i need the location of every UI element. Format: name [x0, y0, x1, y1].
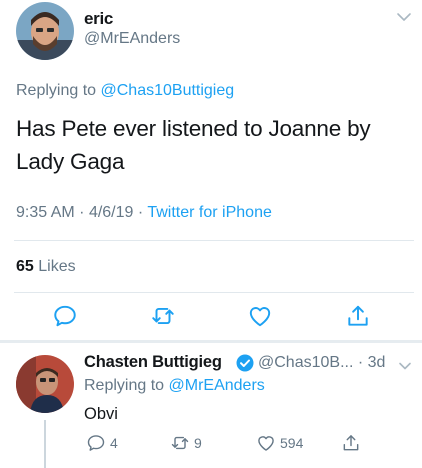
replying-prefix: Replying to [84, 377, 165, 394]
avatar[interactable] [16, 2, 74, 60]
tweet-date: 4/6/19 [88, 204, 134, 221]
share-icon [343, 435, 359, 451]
reply-text: Obvi [84, 405, 118, 423]
replying-to: Replying to @Chas10Buttigieg [16, 82, 234, 100]
replying-prefix: Replying to [16, 82, 97, 99]
retweet-action[interactable]: 9 [170, 432, 202, 454]
user-handle[interactable]: @MrEAnders [84, 30, 180, 48]
reply-handle-time: @Chas10B... · 3d [258, 354, 386, 371]
retweet-icon [171, 436, 189, 450]
like-icon [258, 436, 274, 451]
reply-display-name[interactable]: Chasten Buttigieg [84, 353, 222, 372]
reply-avatar[interactable] [16, 355, 74, 413]
divider [14, 240, 414, 241]
replying-to-link[interactable]: @Chas10Buttigieg [101, 82, 235, 99]
divider [14, 292, 414, 293]
reply-icon[interactable] [52, 303, 78, 329]
verified-badge-icon [236, 354, 254, 372]
retweet-count: 9 [194, 435, 202, 451]
section-divider [0, 340, 422, 343]
display-name[interactable]: eric [84, 9, 113, 29]
tweet-meta: 9:35 AM · 4/6/19 · Twitter for iPhone [16, 204, 272, 221]
reply-count: 4 [110, 435, 118, 451]
retweet-icon[interactable] [150, 303, 176, 329]
tweet-time: 9:35 AM [16, 204, 75, 221]
tweet-source-link[interactable]: Twitter for iPhone [147, 204, 272, 221]
thread-line [44, 420, 46, 468]
tweet-text: Has Pete ever listened to Joanne by Lady… [16, 116, 371, 174]
reply-replying-to: Replying to @MrEAnders [84, 377, 265, 395]
likes-label: Likes [38, 258, 76, 275]
replying-to-link[interactable]: @MrEAnders [169, 377, 265, 394]
reply-action[interactable]: 4 [86, 432, 118, 454]
reply-icon [87, 435, 105, 451]
like-icon[interactable] [247, 303, 273, 329]
like-action[interactable]: 594 [256, 432, 303, 454]
share-action[interactable] [341, 432, 361, 454]
share-icon[interactable] [345, 303, 371, 329]
likes-number: 65 [16, 258, 34, 275]
like-count: 594 [280, 435, 304, 451]
chevron-down-icon[interactable] [398, 358, 412, 370]
chevron-down-icon[interactable] [396, 10, 412, 22]
likes-count[interactable]: 65 Likes [16, 258, 76, 276]
